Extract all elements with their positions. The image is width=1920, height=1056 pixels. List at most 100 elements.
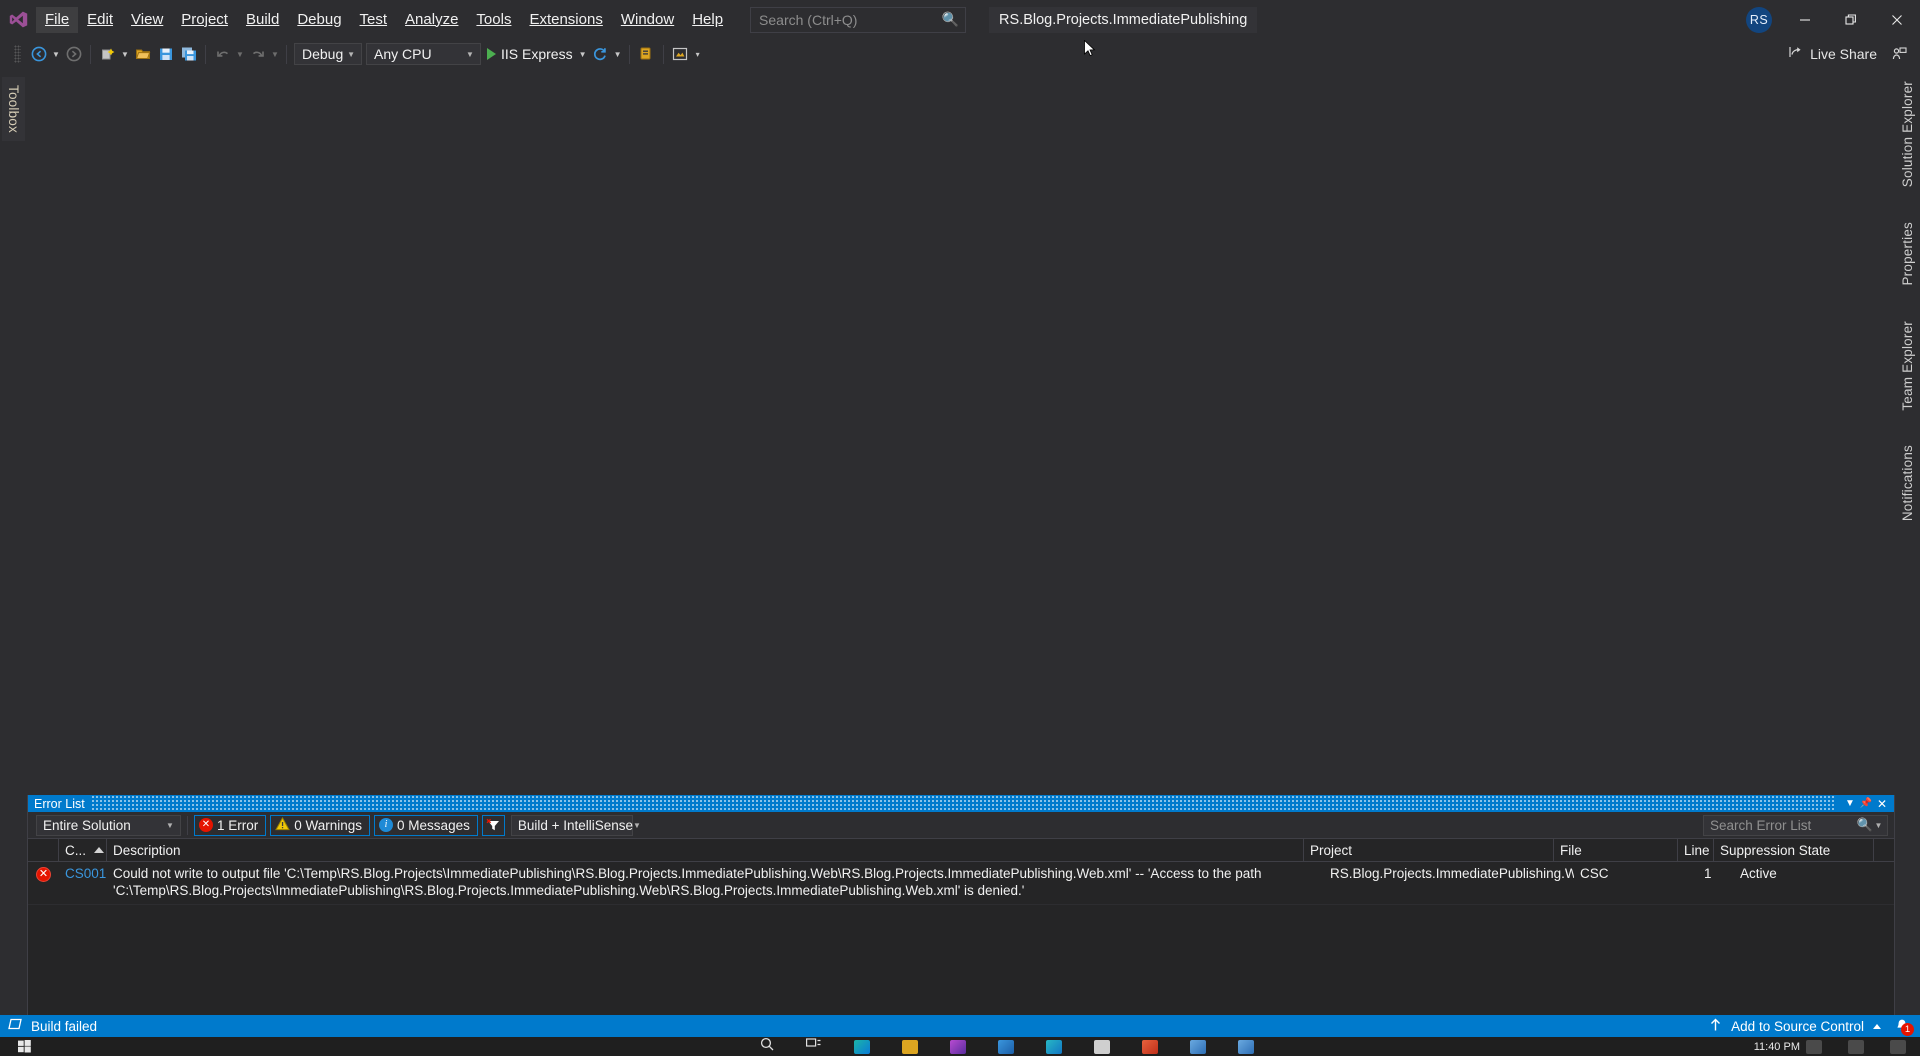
new-project-dropdown-icon[interactable]: ▼ <box>119 43 131 66</box>
close-icon[interactable]: ✕ <box>1874 797 1890 811</box>
menu-debug-label: Debug <box>297 10 342 28</box>
minimize-icon[interactable] <box>1782 0 1828 39</box>
close-icon[interactable] <box>1874 0 1920 39</box>
menu-window[interactable]: Window <box>612 7 683 33</box>
scope-value: Entire Solution <box>43 817 131 833</box>
menu-view[interactable]: View <box>122 7 172 33</box>
row-project: RS.Blog.Projects.ImmediatePublishing.Web <box>1330 866 1574 881</box>
refresh-dropdown-icon[interactable]: ▼ <box>612 43 624 66</box>
taskbar-app-icon-5[interactable] <box>1046 1039 1062 1054</box>
snapshot-icon[interactable] <box>669 43 692 66</box>
chevron-down-icon[interactable]: ▼ <box>1873 821 1884 830</box>
redo-dropdown-icon[interactable]: ▼ <box>269 43 281 66</box>
table-row[interactable]: ✕ CS0016 Could not write to output file … <box>28 862 1894 905</box>
taskbar-app-icon-1[interactable] <box>854 1039 870 1054</box>
add-to-source-control-label[interactable]: Add to Source Control <box>1731 1019 1864 1034</box>
menu-extensions[interactable]: Extensions <box>520 7 611 33</box>
sidebar-item-notifications[interactable]: Notifications <box>1898 441 1917 530</box>
column-header-code[interactable]: C... <box>59 839 107 862</box>
restore-icon[interactable] <box>1828 0 1874 39</box>
menu-tools[interactable]: Tools <box>467 7 520 33</box>
new-project-icon[interactable] <box>96 43 119 66</box>
attach-to-process-icon[interactable] <box>635 43 658 66</box>
windows-start-icon[interactable] <box>0 1040 48 1053</box>
save-icon[interactable] <box>154 43 177 66</box>
toolbar-overflow-icon[interactable]: ▾ <box>692 43 704 66</box>
build-source-combo[interactable]: Build + IntelliSense ▼ <box>510 814 641 836</box>
tray-icon-1[interactable] <box>1806 1039 1822 1054</box>
notifications-bell-button[interactable]: 1 <box>1890 1015 1914 1037</box>
navigate-back-icon[interactable] <box>27 43 50 66</box>
messages-filter[interactable]: i 0 Messages <box>374 814 478 836</box>
row-code[interactable]: CS0016 <box>59 865 107 881</box>
open-file-icon[interactable] <box>131 43 154 66</box>
menu-test[interactable]: Test <box>351 7 397 33</box>
menu-help[interactable]: Help <box>683 7 732 33</box>
menu-edit[interactable]: Edit <box>78 7 122 33</box>
error-list-search-input[interactable]: Search Error List 🔍 ▼ <box>1703 814 1888 836</box>
row-suppression-state: Active <box>1740 866 1777 881</box>
clear-filter-icon[interactable] <box>481 814 505 836</box>
warnings-filter[interactable]: 0 Warnings <box>270 814 371 836</box>
pin-icon[interactable]: 📌 <box>1858 798 1874 809</box>
sidebar-item-toolbox[interactable]: Toolbox <box>2 77 25 141</box>
menu-build[interactable]: Build <box>237 7 288 33</box>
send-feedback-icon[interactable] <box>1887 43 1910 66</box>
toolbar-separator-3 <box>286 44 287 64</box>
tray-icon-3[interactable] <box>1890 1039 1906 1054</box>
toolbar-separator-5 <box>662 44 664 64</box>
live-share-button[interactable]: Live Share <box>1788 44 1887 65</box>
start-debugging-dropdown-icon[interactable]: ▼ <box>577 43 589 66</box>
column-header-icon[interactable] <box>28 839 59 862</box>
taskbar-app-icon-4[interactable] <box>998 1039 1014 1054</box>
menu-file[interactable]: File <box>36 6 79 33</box>
status-bar-right: Add to Source Control 1 <box>1709 1015 1920 1037</box>
taskbar-app-icon-2[interactable] <box>902 1039 918 1054</box>
error-icon: ✕ <box>199 818 213 832</box>
start-debugging-button[interactable]: IIS Express <box>483 43 577 66</box>
menu-project-label: Project <box>181 10 228 28</box>
chevron-down-icon[interactable]: ▼ <box>1842 798 1858 809</box>
taskbar-app-icon-7[interactable] <box>1142 1039 1158 1054</box>
toolbar-grip[interactable] <box>14 45 21 63</box>
taskbar-clock[interactable]: 11:40 PM <box>1754 1041 1800 1053</box>
navigate-back-dropdown-icon[interactable]: ▼ <box>50 43 62 66</box>
undo-dropdown-icon[interactable]: ▼ <box>234 43 246 66</box>
sidebar-item-team-explorer[interactable]: Team Explorer <box>1898 317 1917 420</box>
column-header-description[interactable]: Description <box>107 839 1304 862</box>
taskbar-app-icon-6[interactable] <box>1094 1039 1110 1054</box>
save-all-icon[interactable] <box>177 43 200 66</box>
taskbar-app-icon-9[interactable] <box>1238 1039 1254 1054</box>
solution-platform-combo[interactable]: Any CPU ▼ <box>366 43 481 65</box>
taskbar-app-icon-8[interactable] <box>1190 1039 1206 1054</box>
title-bar-drag-area[interactable] <box>90 795 1836 812</box>
taskbar-search-icon[interactable] <box>760 1037 774 1056</box>
task-view-icon[interactable] <box>806 1037 822 1056</box>
column-header-project[interactable]: Project <box>1304 839 1554 862</box>
taskbar-app-icon-3[interactable] <box>950 1039 966 1054</box>
menu-build-label: Build <box>245 10 280 28</box>
sidebar-item-solution-explorer[interactable]: Solution Explorer <box>1898 77 1917 196</box>
avatar[interactable]: RS <box>1746 6 1772 33</box>
tray-icon-2[interactable] <box>1848 1039 1864 1054</box>
undo-icon[interactable] <box>211 43 234 66</box>
menu-project[interactable]: Project <box>172 7 237 33</box>
sidebar-item-properties[interactable]: Properties <box>1898 218 1917 295</box>
solution-configuration-combo[interactable]: Debug ▼ <box>294 43 362 65</box>
solution-name-label: RS.Blog.Projects.ImmediatePublishing <box>999 11 1248 28</box>
column-header-line[interactable]: Line <box>1678 839 1714 862</box>
column-header-file[interactable]: File <box>1554 839 1678 862</box>
quick-search-placeholder: Search (Ctrl+Q) <box>759 11 858 28</box>
quick-search-input[interactable]: Search (Ctrl+Q) 🔍 <box>750 6 967 33</box>
column-header-suppression-state[interactable]: Suppression State <box>1714 839 1874 862</box>
errors-filter[interactable]: ✕ 1 Error <box>194 814 267 836</box>
scope-combo[interactable]: Entire Solution ▼ <box>36 814 181 836</box>
menu-debug[interactable]: Debug <box>288 7 350 33</box>
editor-area <box>27 69 1894 821</box>
redo-icon[interactable] <box>246 43 269 66</box>
refresh-icon[interactable] <box>589 43 612 66</box>
caret-up-icon[interactable] <box>1873 1023 1881 1029</box>
error-list-panel: Error List ▼ 📌 ✕ Entire Solution ▼ ✕ 1 E… <box>27 795 1895 1020</box>
navigate-forward-icon[interactable] <box>62 43 85 66</box>
menu-analyze[interactable]: Analyze <box>396 7 467 33</box>
